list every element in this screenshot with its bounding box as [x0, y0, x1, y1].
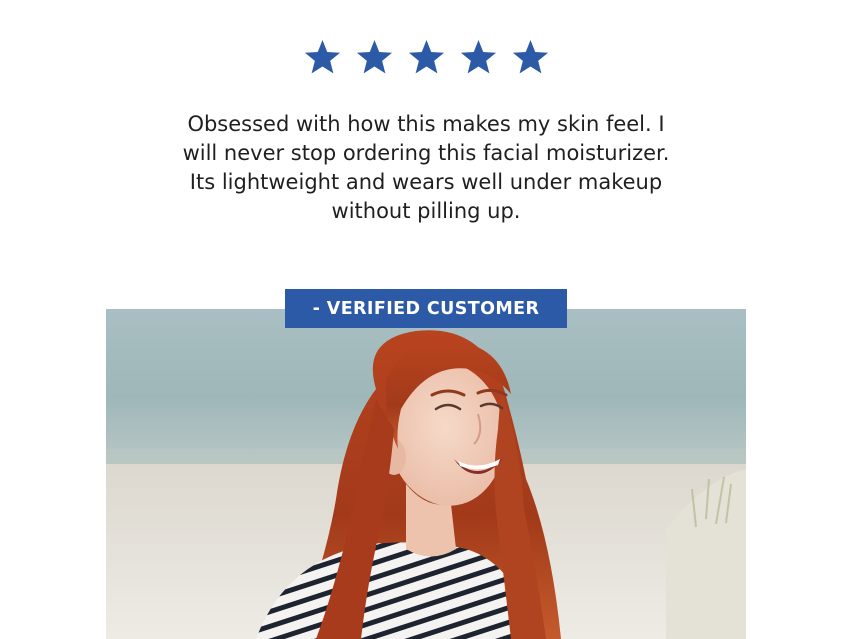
star-icon [407, 38, 446, 77]
star-icon [459, 38, 498, 77]
star-icon [303, 38, 342, 77]
verified-customer-badge: - VERIFIED CUSTOMER [285, 289, 567, 328]
review-text: Obsessed with how this makes my skin fee… [182, 112, 670, 223]
testimonial-card: Obsessed with how this makes my skin fee… [0, 0, 852, 639]
star-icon [355, 38, 394, 77]
customer-photo-illustration [106, 309, 746, 639]
star-rating [0, 38, 852, 77]
star-icon [511, 38, 550, 77]
customer-photo [106, 309, 746, 639]
